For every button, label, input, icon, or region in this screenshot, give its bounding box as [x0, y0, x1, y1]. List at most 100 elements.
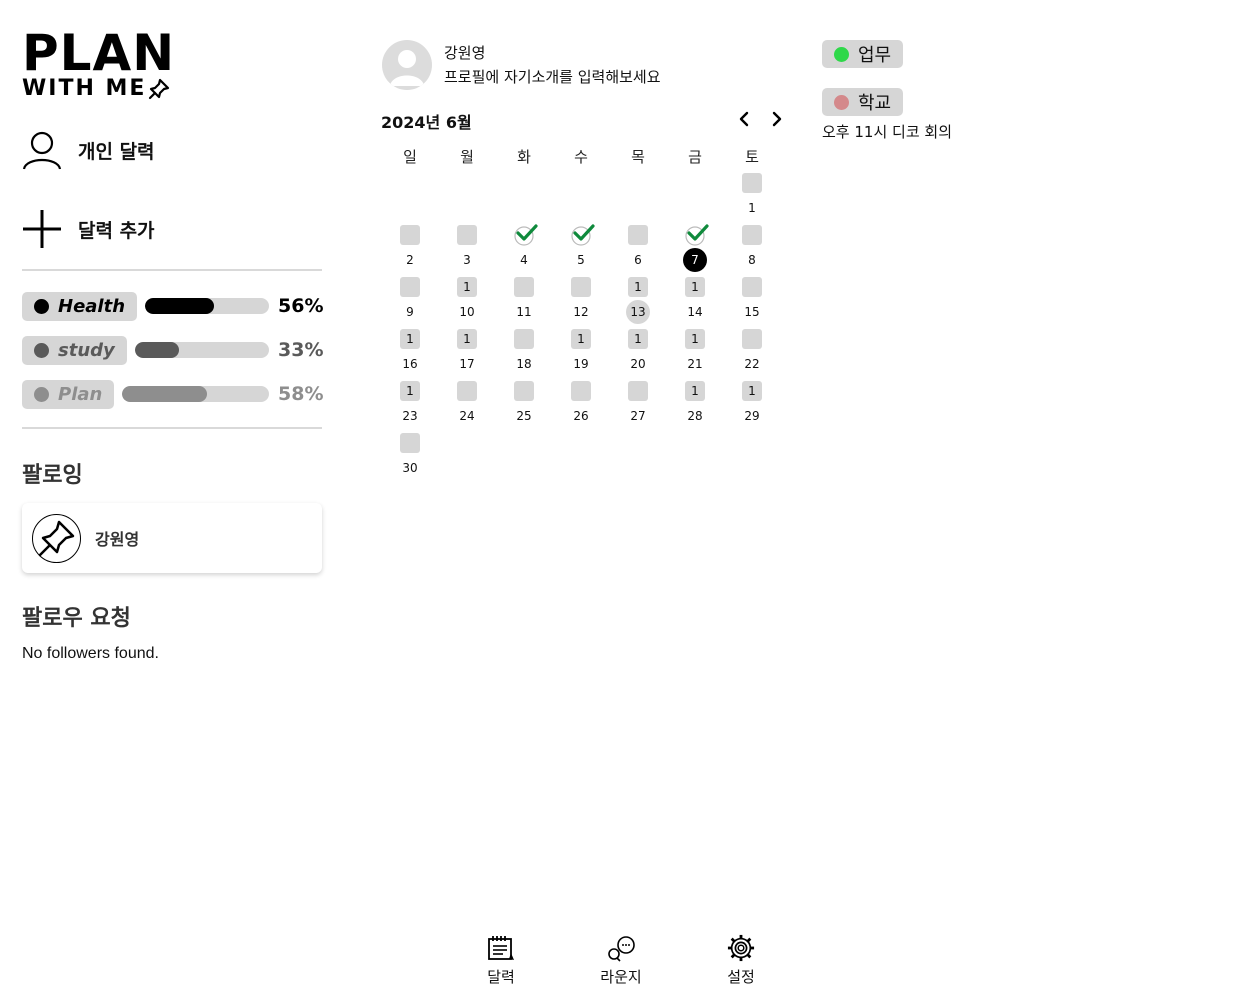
day-event-count [742, 329, 762, 349]
calendar-day[interactable]: 4 [504, 224, 544, 273]
calendar-icon [488, 936, 514, 960]
tag-dot [834, 94, 849, 110]
day-event-count: 1 [685, 277, 705, 297]
calendar-day[interactable]: 1 10 [447, 277, 487, 325]
calendar-day[interactable]: 30 [390, 433, 430, 481]
nav-lounge[interactable]: 라운지 [591, 934, 651, 987]
day-number: 1 [748, 201, 756, 215]
calendar-month-title: 2024년 6월 [381, 113, 472, 132]
day-event-count [400, 433, 420, 453]
following-user-card[interactable]: 강원영 [22, 503, 322, 573]
category-row-study[interactable]: study 33% [22, 335, 323, 365]
category-chip[interactable]: Health [22, 291, 138, 321]
category-chip[interactable]: study [22, 335, 127, 365]
nav-lounge-label: 라운지 [600, 968, 642, 986]
category-name: Plan [58, 383, 103, 405]
profile-avatar[interactable] [382, 40, 432, 90]
previous-month-button[interactable] [733, 108, 755, 130]
plus-icon [23, 210, 61, 248]
calendar-day[interactable]: 2 [390, 225, 430, 273]
profile-name: 강원영 [444, 44, 486, 62]
calendar-day[interactable]: 5 [561, 224, 601, 273]
nav-settings[interactable]: 설정 [711, 934, 771, 987]
day-event-count [514, 329, 534, 349]
calendar-day[interactable]: 1 14 [675, 277, 715, 325]
day-event-count: 1 [400, 381, 420, 401]
divider [22, 427, 322, 429]
pin-icon [149, 78, 170, 100]
profile-bio[interactable]: 프로필에 자기소개를 입력해보세요 [444, 66, 661, 87]
calendar-day[interactable]: 22 [732, 329, 772, 377]
tag-work[interactable]: 업무 [822, 40, 904, 68]
calendar-day[interactable]: 27 [618, 381, 658, 429]
category-dot [34, 386, 49, 402]
personal-calendar-button[interactable]: 개인 달력 [22, 130, 155, 170]
category-chip[interactable]: Plan [22, 379, 115, 409]
divider [22, 269, 322, 271]
day-event-count [514, 277, 534, 297]
calendar-day[interactable]: 1 21 [675, 329, 715, 377]
weekday-wed: 수 [574, 148, 588, 166]
add-calendar-label: 달력 추가 [78, 219, 155, 242]
day-number: 12 [573, 305, 589, 319]
category-name: study [58, 339, 115, 361]
day-number: 27 [630, 409, 646, 423]
calendar-day[interactable]: 8 [732, 225, 772, 273]
calendar-day[interactable]: 1 19 [561, 329, 601, 377]
day-number: 16 [402, 357, 418, 371]
calendar-day[interactable]: 1 23 [390, 381, 430, 429]
day-number: 18 [516, 357, 532, 371]
weekday-mon: 월 [460, 148, 474, 166]
following-title: 팔로잉 [22, 463, 83, 488]
day-number: 21 [687, 357, 703, 371]
weekday-tue: 화 [517, 148, 531, 166]
day-number: 8 [748, 253, 756, 267]
calendar-day[interactable]: 7 [675, 224, 715, 273]
next-month-button[interactable] [766, 108, 788, 130]
app-logo[interactable]: PLAN WITH ME [22, 28, 192, 100]
nav-settings-label: 설정 [727, 968, 755, 986]
category-progress-fill [145, 298, 215, 314]
calendar-day[interactable]: 1 20 [618, 329, 658, 377]
category-name: Health [58, 295, 126, 317]
day-number: 13 [626, 300, 650, 324]
day-event-count: 1 [571, 329, 591, 349]
calendar-day[interactable]: 1 [732, 173, 772, 221]
today-day-number: 7 [683, 248, 707, 272]
day-number: 30 [402, 461, 418, 475]
calendar-day[interactable]: 1 29 [732, 381, 772, 429]
nav-calendar-label: 달력 [487, 968, 515, 986]
calendar-day[interactable]: 1 13 [618, 277, 658, 325]
calendar-day[interactable]: 24 [447, 381, 487, 429]
day-event-count: 1 [400, 329, 420, 349]
day-number: 11 [516, 305, 532, 319]
add-calendar-button[interactable]: 달력 추가 [22, 209, 155, 249]
calendar-day[interactable]: 18 [504, 329, 544, 377]
day-event-count [742, 173, 762, 193]
calendar-day[interactable]: 25 [504, 381, 544, 429]
day-number: 15 [744, 305, 760, 319]
category-row-health[interactable]: Health 56% [22, 291, 323, 321]
tag-school[interactable]: 학교 [822, 88, 904, 116]
calendar-day[interactable]: 26 [561, 381, 601, 429]
nav-calendar[interactable]: 달력 [471, 934, 531, 987]
category-row-plan[interactable]: Plan 58% [22, 379, 324, 409]
calendar-day[interactable]: 12 [561, 277, 601, 325]
event-item[interactable]: 오후 11시 디코 회의 [822, 121, 952, 142]
calendar-day[interactable]: 9 [390, 277, 430, 325]
calendar-day[interactable]: 6 [618, 225, 658, 273]
calendar-day[interactable]: 3 [447, 225, 487, 273]
day-event-count [457, 225, 477, 245]
calendar-day[interactable]: 1 17 [447, 329, 487, 377]
calendar-day[interactable]: 11 [504, 277, 544, 325]
category-dot [34, 342, 49, 358]
weekday-thu: 목 [631, 148, 645, 166]
calendar-day[interactable]: 1 16 [390, 329, 430, 377]
day-number: 10 [459, 305, 475, 319]
weekday-sun: 일 [403, 148, 417, 166]
category-percent: 58% [278, 383, 324, 405]
calendar-day[interactable]: 15 [732, 277, 772, 325]
day-number: 26 [573, 409, 589, 423]
calendar-day[interactable]: 1 28 [675, 381, 715, 429]
day-event-count: 1 [685, 329, 705, 349]
